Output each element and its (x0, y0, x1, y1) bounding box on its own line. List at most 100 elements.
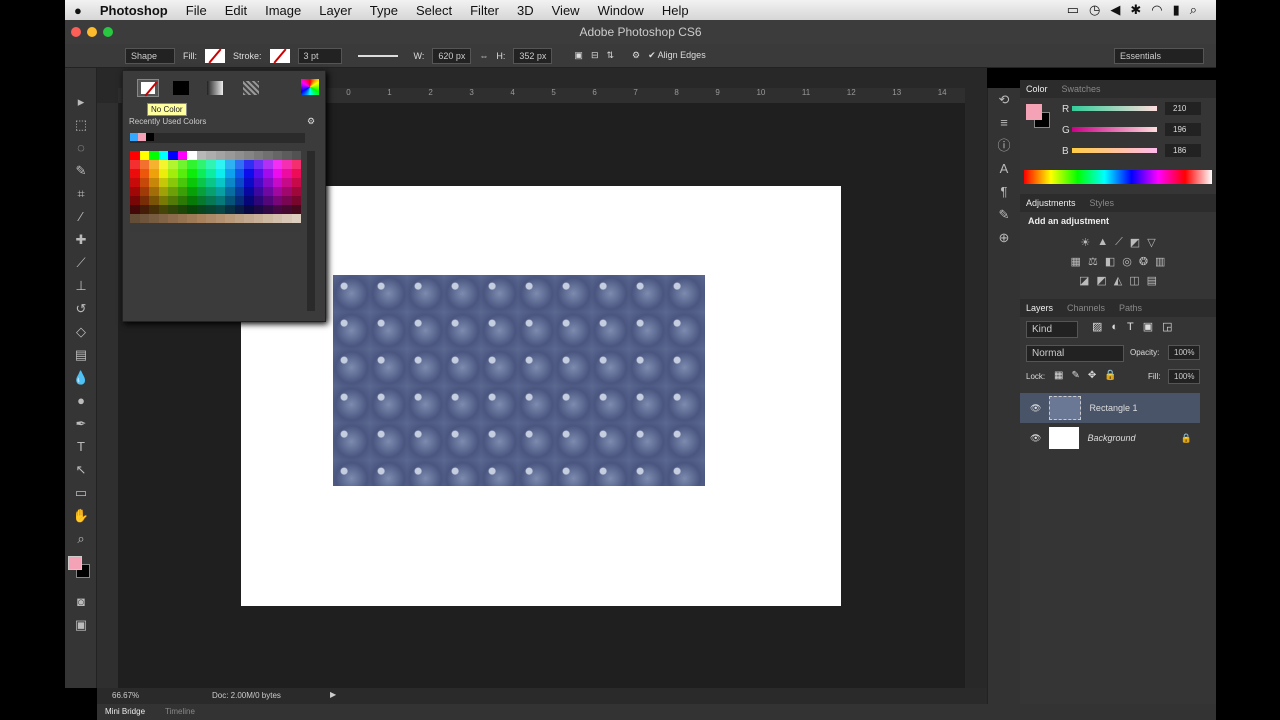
marquee-tool-icon[interactable]: ⬚ (65, 113, 97, 136)
swatch[interactable] (291, 178, 301, 187)
shape-tool-icon[interactable]: ▭ (65, 481, 97, 504)
swatch[interactable] (149, 205, 159, 214)
brush-panel-icon[interactable]: ✎ (988, 203, 1020, 226)
swatch[interactable] (139, 223, 149, 232)
menu-filter[interactable]: Filter (470, 3, 499, 18)
dodge-tool-icon[interactable]: ● (65, 389, 97, 412)
path-align-icon[interactable]: ⊟ (591, 50, 599, 61)
threshold-icon[interactable]: ◭ (1114, 274, 1122, 287)
swatch[interactable] (225, 196, 235, 205)
swatch[interactable] (187, 151, 197, 160)
selective-color-icon[interactable]: ◫ (1129, 274, 1139, 287)
swatch[interactable] (225, 187, 235, 196)
r-slider[interactable] (1072, 106, 1157, 111)
swatch[interactable] (225, 151, 235, 160)
character-panel-icon[interactable]: A (988, 157, 1020, 180)
swatch[interactable] (206, 205, 216, 214)
swatch[interactable] (253, 160, 263, 169)
swatch[interactable] (291, 196, 301, 205)
gear-icon[interactable]: ⚙ (307, 116, 315, 127)
lasso-tool-icon[interactable]: ◌ (65, 136, 97, 159)
photo-filter-icon[interactable]: ◎ (1122, 255, 1132, 268)
swatch[interactable] (138, 133, 146, 141)
vibrance-icon[interactable]: ▽ (1147, 236, 1155, 249)
hue-saturation-icon[interactable]: ▦ (1071, 255, 1081, 268)
swatch[interactable] (253, 187, 263, 196)
workspace-select[interactable]: Essentials (1114, 47, 1204, 64)
zoom-level[interactable]: 66.67% (112, 691, 139, 700)
type-tool-icon[interactable]: T (65, 435, 97, 458)
zoom-tool-icon[interactable]: ⌕ (65, 527, 97, 550)
swatch-grid[interactable] (130, 151, 301, 232)
link-icon[interactable]: ⇔ (479, 51, 488, 61)
swatch[interactable] (234, 223, 244, 232)
swatch[interactable] (215, 178, 225, 187)
swatch[interactable] (244, 223, 254, 232)
fill-input[interactable]: 100% (1168, 369, 1201, 384)
curves-icon[interactable]: ⟋ (1115, 236, 1123, 249)
swatch[interactable] (244, 214, 254, 223)
swatch[interactable] (149, 178, 159, 187)
path-arrange-icon[interactable]: ⇅ (606, 50, 614, 61)
swatch[interactable] (263, 178, 273, 187)
swatch[interactable] (234, 196, 244, 205)
swatch[interactable] (130, 151, 140, 160)
swatch[interactable] (130, 133, 138, 141)
tab-swatches[interactable]: Swatches (1062, 84, 1101, 94)
swatch[interactable] (149, 196, 159, 205)
color-balance-icon[interactable]: ⚖ (1088, 255, 1098, 268)
height-input[interactable]: 352 px (513, 47, 553, 64)
swatch[interactable] (206, 178, 216, 187)
swatch[interactable] (291, 214, 301, 223)
swatch[interactable] (263, 169, 273, 178)
swatch[interactable] (253, 205, 263, 214)
swatch[interactable] (272, 151, 282, 160)
swatch[interactable] (130, 196, 140, 205)
history-panel-icon[interactable]: ⟲ (988, 88, 1020, 111)
swatch[interactable] (130, 214, 140, 223)
gradient-tool-icon[interactable]: ▤ (65, 343, 97, 366)
swatch[interactable] (225, 178, 235, 187)
swatch[interactable] (291, 205, 301, 214)
swatch[interactable] (158, 160, 168, 169)
swatch[interactable] (139, 160, 149, 169)
swatch[interactable] (253, 196, 263, 205)
swatch[interactable] (158, 187, 168, 196)
swatch[interactable] (206, 223, 216, 232)
eraser-tool-icon[interactable]: ◇ (65, 320, 97, 343)
swatch[interactable] (177, 151, 187, 160)
menu-view[interactable]: View (552, 3, 580, 18)
swatch[interactable] (253, 178, 263, 187)
swatch[interactable] (215, 205, 225, 214)
swatch[interactable] (187, 196, 197, 205)
layer-row[interactable]: 👁 Rectangle 1 (1020, 393, 1200, 423)
swatch[interactable] (130, 169, 140, 178)
properties-panel-icon[interactable]: ≡ (988, 111, 1020, 134)
healing-tool-icon[interactable]: ✚ (65, 228, 97, 251)
swatch[interactable] (196, 151, 206, 160)
swatch[interactable] (263, 151, 273, 160)
swatch[interactable] (225, 205, 235, 214)
tab-styles[interactable]: Styles (1090, 198, 1115, 208)
swatch[interactable] (168, 223, 178, 232)
swatch[interactable] (282, 187, 292, 196)
swatch[interactable] (272, 160, 282, 169)
swatch[interactable] (177, 214, 187, 223)
swatch[interactable] (177, 196, 187, 205)
lock-icons[interactable]: ▦✎✥🔒 (1054, 370, 1125, 381)
swatch[interactable] (187, 205, 197, 214)
swatch[interactable] (263, 187, 273, 196)
no-color-button[interactable] (137, 79, 159, 97)
tab-mini-bridge[interactable]: Mini Bridge (105, 707, 145, 716)
swatch[interactable] (206, 169, 216, 178)
swatch[interactable] (177, 223, 187, 232)
screen-mode-icon[interactable]: ▣ (65, 613, 97, 636)
swatch[interactable] (168, 178, 178, 187)
channel-mixer-icon[interactable]: ❂ (1139, 255, 1148, 268)
swatch[interactable] (234, 160, 244, 169)
swatch[interactable] (168, 187, 178, 196)
hand-tool-icon[interactable]: ✋ (65, 504, 97, 527)
color-lookup-icon[interactable]: ▥ (1155, 255, 1165, 268)
swatch[interactable] (196, 187, 206, 196)
align-edges-checkbox[interactable]: ✔ Align Edges (648, 50, 706, 61)
